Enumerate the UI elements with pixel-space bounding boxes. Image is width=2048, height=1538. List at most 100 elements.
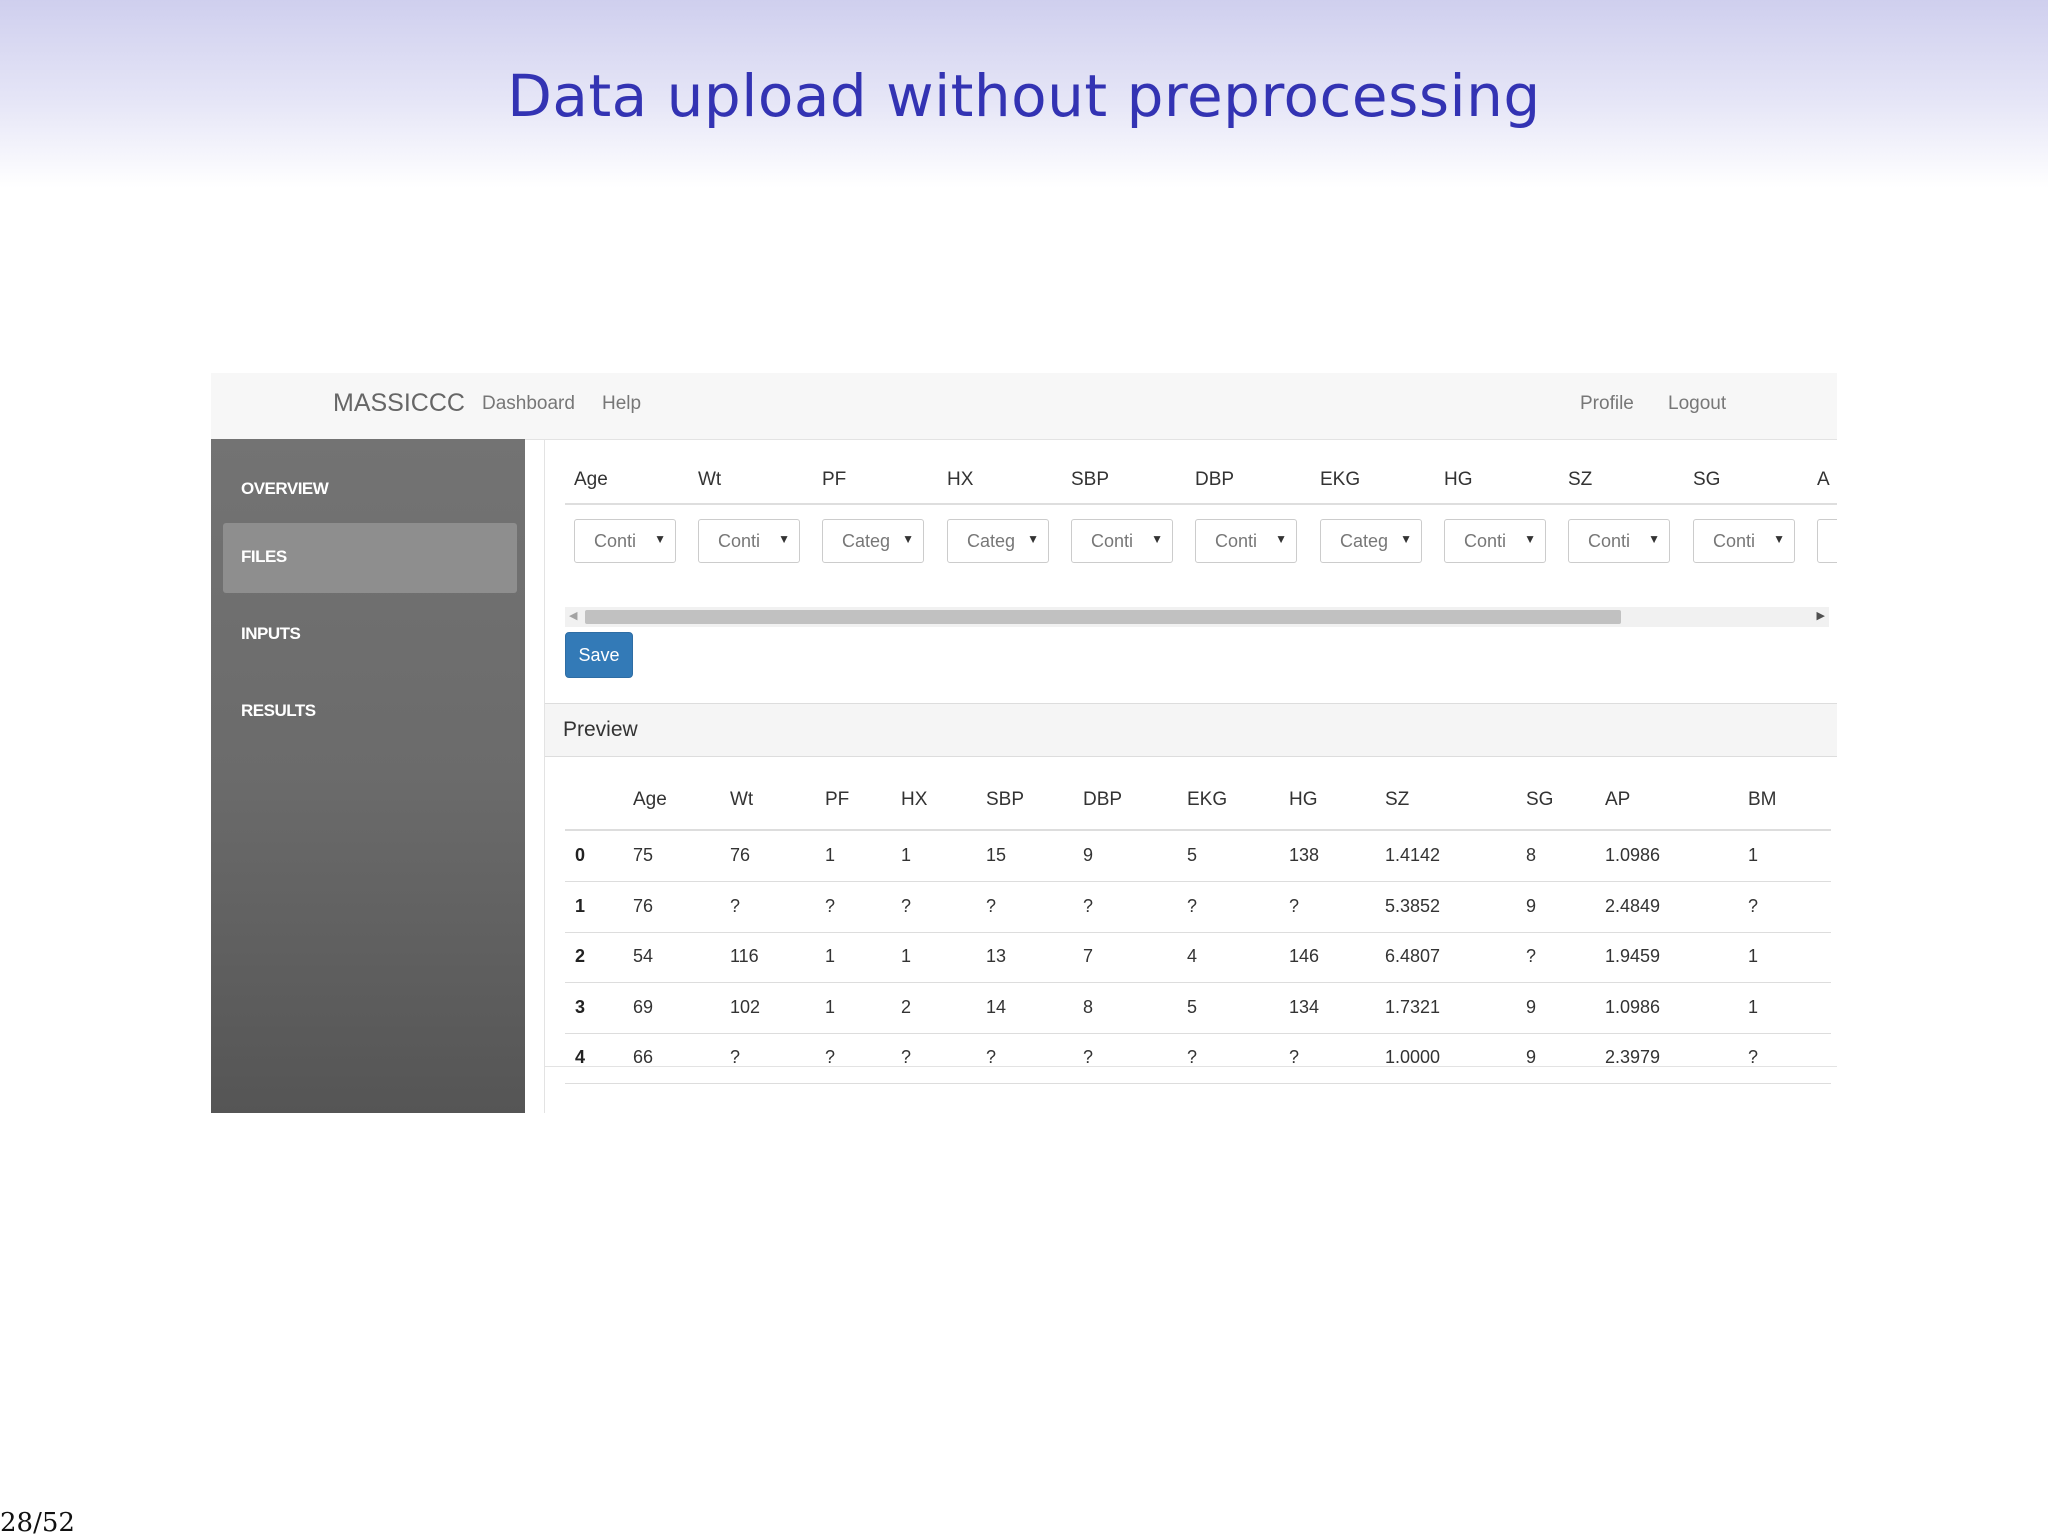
caret-down-icon: ▼: [1524, 532, 1536, 546]
table-cell: 8: [1083, 996, 1094, 1017]
nav-logout-link[interactable]: Logout: [1668, 393, 1726, 415]
table-cell: 138: [1289, 845, 1320, 865]
caret-down-icon: ▼: [1275, 532, 1287, 546]
table-cell: ?: [1083, 895, 1094, 916]
type-select-sg[interactable]: Conti ▼: [1693, 519, 1795, 563]
column-header-pf: PF: [822, 469, 847, 490]
table-cell: ?: [901, 895, 912, 916]
table-cell: 134: [1289, 996, 1320, 1017]
preview-title: Preview: [563, 718, 638, 741]
select-value: Categ: [842, 531, 890, 551]
table-row: 2 54 116 1 1 13 7 4 146 6.4807? 1.9459 1: [565, 932, 1831, 983]
table-header-cell: Age: [633, 789, 667, 810]
select-value: Conti: [1588, 531, 1631, 551]
table-header-cell: DBP: [1083, 789, 1123, 810]
table-cell: ?: [986, 895, 997, 916]
table-cell: 2.4849: [1605, 895, 1661, 916]
table-cell: 8: [1526, 845, 1537, 865]
column-header-hx: HX: [947, 469, 974, 490]
type-select-sbp[interactable]: Conti ▼: [1071, 519, 1173, 563]
select-value: Categ: [967, 531, 1015, 551]
row-index: 1: [575, 895, 586, 916]
table-cell: 9: [1526, 1047, 1537, 1067]
table-cell: 1: [1748, 996, 1759, 1017]
table-cell: 69: [633, 996, 654, 1017]
sidebar-item-label: INPUTS: [241, 624, 301, 643]
select-value: Categ: [1340, 531, 1388, 551]
column-header-age: Age: [574, 469, 608, 490]
table-cell: ?: [1748, 1047, 1759, 1067]
table-cell: 1.0986: [1605, 845, 1661, 865]
caret-down-icon: ▼: [1151, 532, 1163, 546]
sidebar-item-inputs[interactable]: INPUTS: [223, 600, 517, 670]
type-select-wt[interactable]: Conti ▼: [698, 519, 800, 563]
select-value: Conti: [1464, 531, 1507, 551]
nav-profile-link[interactable]: Profile: [1580, 393, 1634, 415]
type-select-ekg[interactable]: Categ ▼: [1320, 519, 1422, 563]
type-select-sz[interactable]: Conti ▼: [1568, 519, 1670, 563]
table-header-cell: HX: [901, 789, 928, 810]
scrollbar-thumb[interactable]: [585, 610, 1621, 624]
table-cell: 14: [986, 996, 1007, 1017]
column-header-a: A: [1817, 469, 1830, 490]
caret-down-icon: ▼: [1400, 532, 1412, 546]
table-cell: 1.9459: [1605, 946, 1661, 966]
table-cell: ?: [1289, 895, 1300, 916]
preview-heading: Preview: [545, 703, 1837, 757]
table-cell: ?: [825, 895, 836, 916]
column-header-hg: HG: [1444, 469, 1473, 490]
brand-logo[interactable]: MASSICCC: [333, 389, 465, 418]
table-cell: 2: [901, 996, 912, 1017]
sidebar-item-files[interactable]: FILES: [223, 523, 517, 593]
sidebar-item-label: FILES: [241, 547, 287, 566]
table-cell: 66: [633, 1047, 654, 1067]
page-number: 28/52: [0, 1508, 75, 1538]
sidebar-item-results[interactable]: RESULTS: [223, 677, 517, 747]
table-cell: 75: [633, 845, 654, 865]
table-row: 0 75 76 1 1 15 9 5 138 1.4142 8 1.0986 1: [565, 831, 1831, 882]
table-cell: 76: [633, 895, 654, 916]
type-select-age[interactable]: Conti ▼: [574, 519, 676, 563]
slide-title: Data upload without preprocessing: [507, 62, 1541, 130]
caret-down-icon: ▼: [1773, 532, 1785, 546]
table-cell: 5.3852: [1385, 895, 1441, 916]
table-cell: 1.7321: [1385, 996, 1441, 1017]
caret-down-icon: ▼: [1648, 532, 1660, 546]
table-cell: 5: [1187, 996, 1198, 1017]
table-cell: ?: [1526, 946, 1537, 966]
nav-dashboard-link[interactable]: Dashboard: [482, 393, 575, 415]
save-button[interactable]: Save: [565, 632, 633, 678]
scroll-right-arrow-icon[interactable]: ▶: [1817, 609, 1825, 622]
scroll-left-arrow-icon[interactable]: ◀: [569, 609, 577, 622]
table-cell: 6.4807: [1385, 946, 1441, 966]
caret-down-icon: ▼: [778, 532, 790, 546]
column-header-dbp: DBP: [1195, 469, 1235, 490]
select-value: Conti: [1713, 531, 1756, 551]
caret-down-icon: ▼: [1027, 532, 1039, 546]
column-header-ekg: EKG: [1320, 469, 1361, 490]
sidebar-item-overview[interactable]: OVERVIEW: [223, 455, 517, 525]
type-select-hx[interactable]: Categ ▼: [947, 519, 1049, 563]
type-select-dbp[interactable]: Conti ▼: [1195, 519, 1297, 563]
column-header-sbp: SBP: [1071, 469, 1110, 490]
sidebar-item-label: RESULTS: [241, 701, 316, 720]
type-select-a[interactable]: [1817, 519, 1837, 563]
select-value: Conti: [594, 531, 637, 551]
table-header-cell: EKG: [1187, 789, 1228, 810]
table-cell: 1.4142: [1385, 845, 1441, 865]
table-cell: 146: [1289, 946, 1320, 966]
table-header-row: Age Wt PF HX SBP DBP EKG HG SZ SG AP BM: [565, 775, 1831, 831]
type-select-hg[interactable]: Conti ▼: [1444, 519, 1546, 563]
table-cell: 2.3979: [1605, 1047, 1661, 1067]
table-cell: 1: [825, 946, 836, 966]
table-cell: 116: [730, 946, 759, 966]
table-header-cell: SZ: [1385, 789, 1410, 810]
table-cell: 1: [825, 845, 836, 865]
table-cell: 1: [1748, 845, 1759, 865]
horizontal-scrollbar[interactable]: ◀ ▶: [565, 607, 1829, 627]
row-index: 0: [575, 845, 586, 865]
table-header-cell: Wt: [730, 789, 754, 810]
nav-help-link[interactable]: Help: [602, 393, 641, 415]
type-select-pf[interactable]: Categ ▼: [822, 519, 924, 563]
table-cell: ?: [901, 1047, 912, 1067]
